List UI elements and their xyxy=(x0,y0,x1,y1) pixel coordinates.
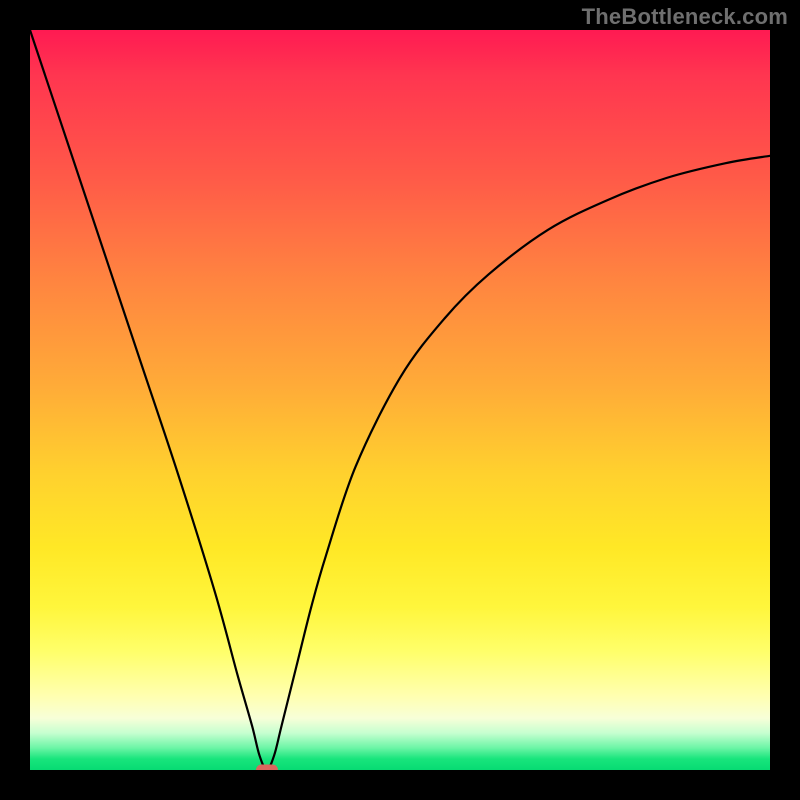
plot-area xyxy=(30,30,770,770)
minimum-marker xyxy=(256,765,278,771)
chart-stage: TheBottleneck.com xyxy=(0,0,800,800)
bottleneck-curve-svg xyxy=(30,30,770,770)
bottleneck-curve xyxy=(30,30,770,770)
watermark-text: TheBottleneck.com xyxy=(582,4,788,30)
